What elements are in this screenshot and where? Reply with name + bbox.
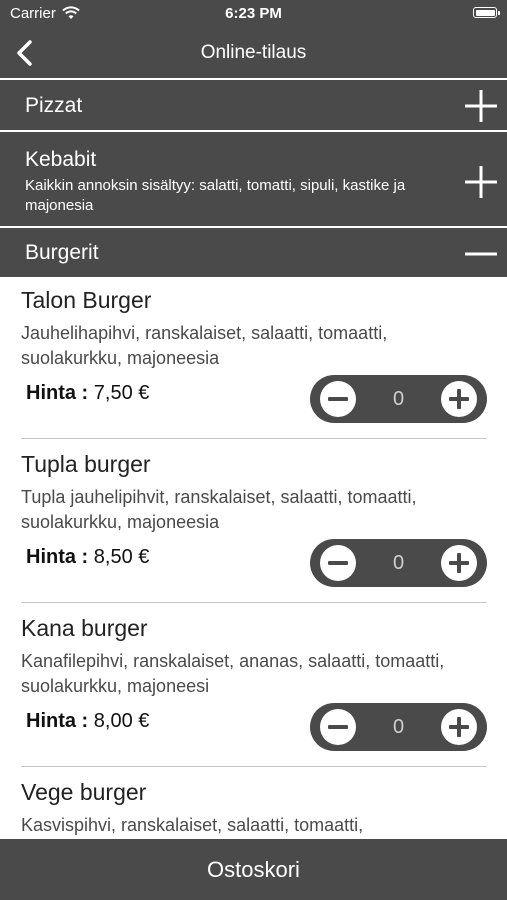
plus-icon[interactable] <box>465 166 497 198</box>
category-subtitle: Kaikkin annoksin sisältyy: salatti, toma… <box>25 177 406 214</box>
status-time: 6:23 PM <box>225 5 282 22</box>
item-price: Hinta : 8,00 € <box>26 710 149 733</box>
item-price: Hinta : 8,50 € <box>26 546 149 569</box>
quantity-stepper: 0 <box>310 375 487 423</box>
item-name: Vege burger <box>21 779 147 805</box>
nav-bar: Online-tilaus <box>0 28 507 78</box>
battery-icon <box>473 7 500 18</box>
cart-button[interactable]: Ostoskori <box>0 839 507 900</box>
plus-circle-icon[interactable] <box>441 545 477 581</box>
divider <box>21 602 487 603</box>
price-value: 7,50 € <box>93 382 150 404</box>
item-description: Jauhelihapihvi, ranskalaiset, salaatti, … <box>21 323 388 368</box>
category-header-pizzat[interactable]: Pizzat <box>0 78 507 130</box>
price-value: 8,00 € <box>93 710 150 732</box>
status-bar: Carrier 6:23 PM <box>0 0 507 28</box>
price-label: Hinta : <box>26 710 89 732</box>
item-name: Kana burger <box>21 615 148 641</box>
menu-item: Vege burger Kasvispihvi, ranskalaiset, s… <box>0 769 507 839</box>
item-description: Kanafilepihvi, ranskalaiset, ananas, sal… <box>21 651 445 696</box>
price-label: Hinta : <box>26 546 89 568</box>
plus-icon[interactable] <box>465 90 497 122</box>
minus-icon[interactable] <box>465 238 497 270</box>
category-header-kebabit[interactable]: Kebabit Kaikkin annoksin sisältyy: salat… <box>0 130 507 226</box>
category-name: Kebabit <box>25 148 97 171</box>
item-price: Hinta : 7,50 € <box>26 382 149 405</box>
item-name: Talon Burger <box>21 287 152 313</box>
category-name: Burgerit <box>25 241 99 264</box>
divider <box>21 766 487 767</box>
plus-circle-icon[interactable] <box>441 709 477 745</box>
item-description: Kasvispihvi, ranskalaiset, salaatti, tom… <box>21 815 364 835</box>
quantity-stepper: 0 <box>310 539 487 587</box>
divider <box>21 438 487 439</box>
price-label: Hinta : <box>26 382 89 404</box>
category-name: Pizzat <box>25 94 83 117</box>
category-header-burgerit[interactable]: Burgerit <box>0 226 507 277</box>
page-title: Online-tilaus <box>200 42 307 63</box>
menu-item: Tupla burger Tupla jauhelipihvit, ranska… <box>0 441 507 605</box>
plus-circle-icon[interactable] <box>441 381 477 417</box>
item-description: Tupla jauhelipihvit, ranskalaiset, salaa… <box>21 487 417 532</box>
menu-item: Talon Burger Jauhelihapihvi, ranskalaise… <box>0 277 507 441</box>
menu-item: Kana burger Kanafilepihvi, ranskalaiset,… <box>0 605 507 769</box>
price-value: 8,50 € <box>93 546 150 568</box>
item-name: Tupla burger <box>21 451 151 477</box>
quantity-stepper: 0 <box>310 703 487 751</box>
